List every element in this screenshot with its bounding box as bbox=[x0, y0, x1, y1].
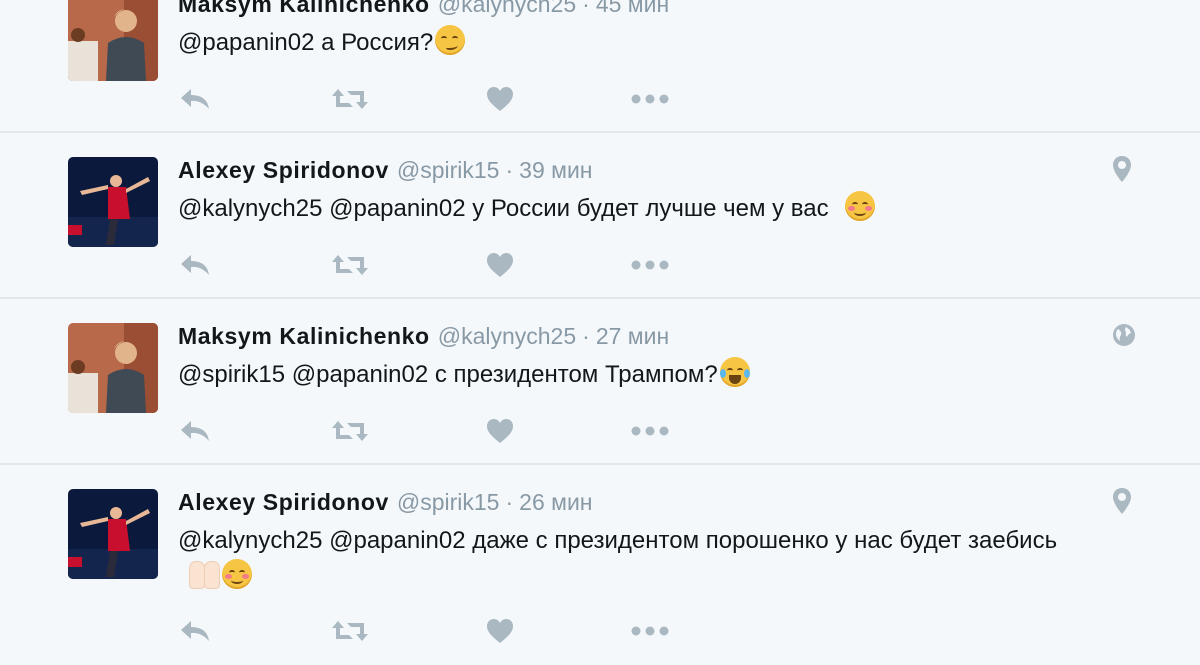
tweet-actions bbox=[178, 411, 698, 451]
location-pin-icon[interactable] bbox=[1112, 155, 1136, 183]
author-name[interactable]: Maksym Kalinichenko bbox=[178, 323, 430, 349]
smirking-face-emoji bbox=[435, 25, 466, 55]
reply-icon[interactable] bbox=[178, 79, 212, 119]
author-name[interactable]: Alexey Spiridonov bbox=[178, 489, 389, 515]
location-pin-icon[interactable] bbox=[1112, 487, 1136, 515]
avatar[interactable] bbox=[68, 0, 158, 81]
more-icon[interactable] bbox=[630, 611, 670, 651]
tweet-header: Alexey Spiridonov @spirik15 · 26 мин bbox=[178, 487, 593, 517]
tweet-body: @kalynych25 @papanin02 у России будет лу… bbox=[178, 195, 829, 222]
tweet-body: @papanin02 а Россия? bbox=[178, 29, 434, 56]
tweet-header: Alexey Spiridonov @spirik15 · 39 мин bbox=[178, 155, 593, 185]
raised-hands-emoji bbox=[188, 559, 220, 589]
tweet-header: Maksym Kalinichenko @kalynych25 · 45 мин bbox=[178, 0, 669, 19]
separator-dot: · bbox=[505, 489, 514, 515]
reply-icon[interactable] bbox=[178, 411, 212, 451]
like-icon[interactable] bbox=[484, 411, 516, 451]
tweet-header: Maksym Kalinichenko @kalynych25 · 27 мин bbox=[178, 321, 669, 351]
face-tears-of-joy-emoji bbox=[719, 357, 750, 387]
retweet-icon[interactable] bbox=[330, 411, 370, 451]
tweet-text: @spirik15 @papanin02 с президентом Трамп… bbox=[178, 357, 1078, 393]
tweet-timestamp[interactable]: 39 мин bbox=[519, 157, 592, 183]
author-handle[interactable]: @spirik15 bbox=[397, 157, 500, 183]
like-icon[interactable] bbox=[484, 245, 516, 285]
separator-dot: · bbox=[505, 157, 514, 183]
avatar[interactable] bbox=[68, 323, 158, 413]
tweet-timestamp[interactable]: 26 мин bbox=[519, 489, 592, 515]
reply-icon[interactable] bbox=[178, 611, 212, 651]
separator-dot: · bbox=[582, 323, 590, 349]
tweet[interactable]: Maksym Kalinichenko @kalynych25 · 27 мин @s… bbox=[0, 299, 1200, 465]
author-handle[interactable]: @kalynych25 bbox=[438, 323, 576, 349]
avatar[interactable] bbox=[68, 157, 158, 247]
tweet-text: @kalynych25 @papanin02 у России будет лу… bbox=[178, 191, 1078, 227]
tweet-text: @papanin02 а Россия? bbox=[178, 25, 1078, 61]
smiling-face-blush-emoji bbox=[222, 559, 252, 589]
more-icon[interactable] bbox=[630, 245, 670, 285]
separator-dot: · bbox=[582, 0, 590, 17]
tweet-body: @kalynych25 @papanin02 даже с президенто… bbox=[178, 527, 1058, 554]
tweet[interactable]: Maksym Kalinichenko @kalynych25 · 45 мин @p… bbox=[0, 0, 1200, 133]
tweet-actions bbox=[178, 79, 698, 119]
like-icon[interactable] bbox=[484, 79, 516, 119]
tweet-actions bbox=[178, 245, 698, 285]
avatar[interactable] bbox=[68, 489, 158, 579]
smiling-face-blush-emoji bbox=[844, 191, 875, 221]
tweet[interactable]: Alexey Spiridonov @spirik15 · 39 мин @kalyn… bbox=[0, 133, 1200, 299]
author-handle[interactable]: @kalynych25 bbox=[438, 0, 576, 17]
retweet-icon[interactable] bbox=[330, 611, 370, 651]
author-handle[interactable]: @spirik15 bbox=[397, 489, 500, 515]
retweet-icon[interactable] bbox=[330, 245, 370, 285]
like-icon[interactable] bbox=[484, 611, 516, 651]
more-icon[interactable] bbox=[630, 411, 670, 451]
more-icon[interactable] bbox=[630, 79, 670, 119]
tweet[interactable]: Alexey Spiridonov @spirik15 · 26 мин @kalyn… bbox=[0, 465, 1200, 665]
retweet-icon[interactable] bbox=[330, 79, 370, 119]
author-name[interactable]: Maksym Kalinichenko bbox=[178, 0, 430, 17]
author-name[interactable]: Alexey Spiridonov bbox=[178, 157, 389, 183]
globe-icon[interactable] bbox=[1112, 323, 1136, 351]
tweet-body: @spirik15 @papanin02 с президентом Трамп… bbox=[178, 361, 718, 388]
reply-icon[interactable] bbox=[178, 245, 212, 285]
tweet-text: @kalynych25 @papanin02 даже с президенто… bbox=[178, 523, 1068, 595]
tweet-actions bbox=[178, 611, 698, 651]
tweet-timestamp[interactable]: 27 мин bbox=[596, 323, 669, 349]
tweet-timestamp[interactable]: 45 мин bbox=[596, 0, 669, 17]
